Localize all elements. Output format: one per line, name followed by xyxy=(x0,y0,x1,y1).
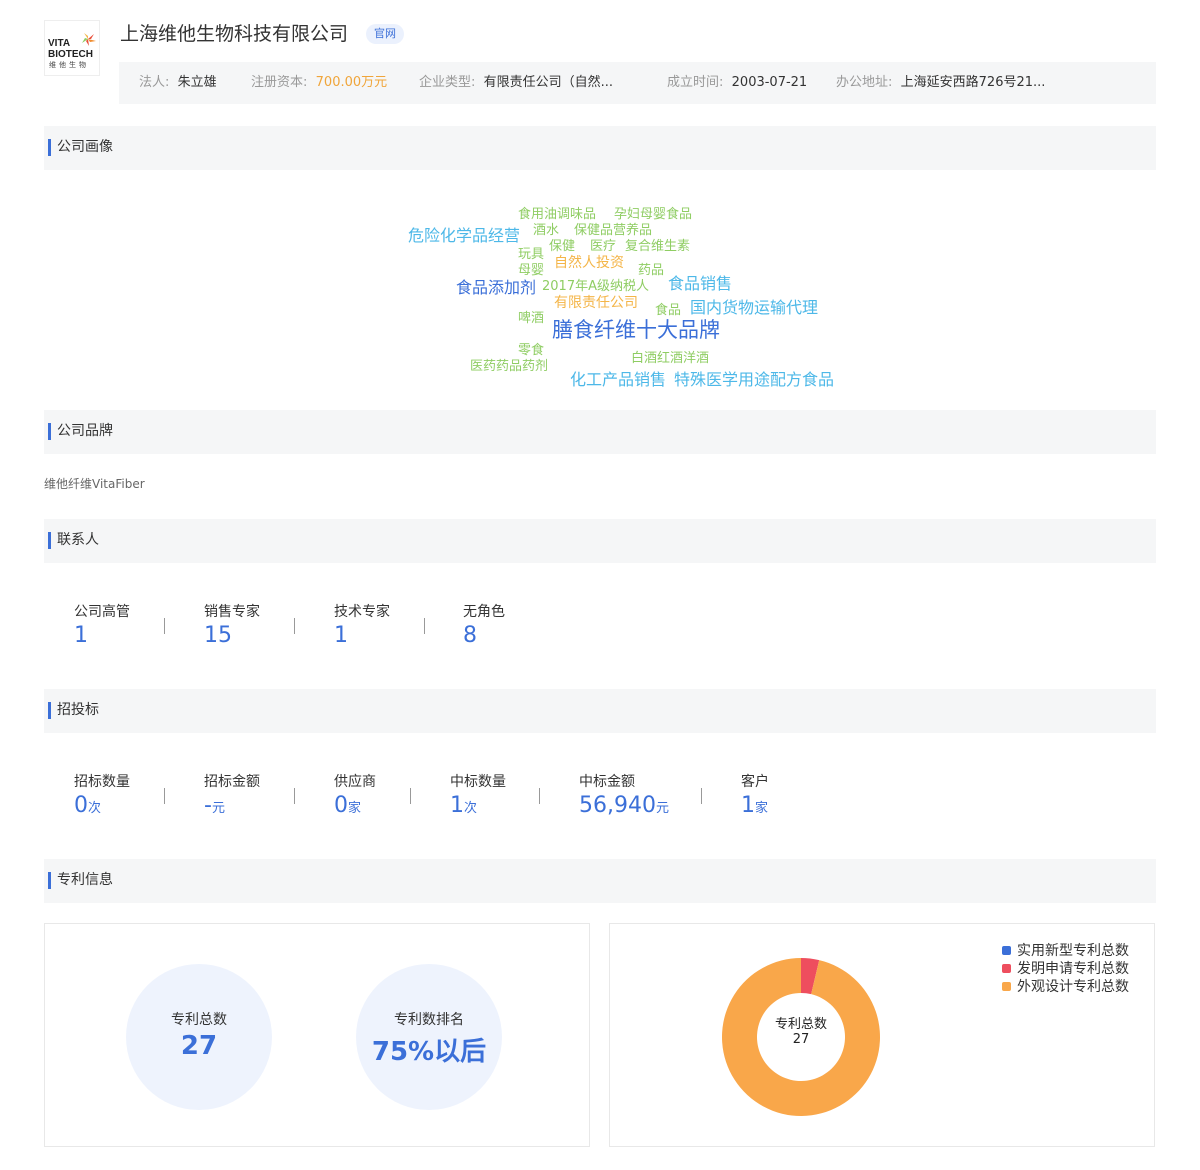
founded-date-value: 2003-07-21 xyxy=(731,75,808,90)
section-brand: 公司品牌 xyxy=(44,410,1156,454)
tag-word[interactable]: 零食 xyxy=(518,344,544,357)
legend-item[interactable]: 发明申请专利总数 xyxy=(1002,960,1129,978)
contact-stat-executives[interactable]: 公司高管 1 xyxy=(74,601,130,648)
legend-label: 外观设计专利总数 xyxy=(1017,979,1129,995)
tag-word[interactable]: 保健 xyxy=(549,240,575,253)
tag-word[interactable]: 保健品营养品 xyxy=(574,224,652,237)
section-title: 专利信息 xyxy=(57,872,113,888)
tag-word[interactable]: 啤酒 xyxy=(518,312,544,325)
tag-word[interactable]: 食品 xyxy=(655,304,681,317)
section-bidding: 招投标 xyxy=(44,689,1156,733)
tag-word[interactable]: 母婴 xyxy=(518,264,544,277)
company-logo: VITA BIOTECH 维他生物 xyxy=(44,20,100,76)
tag-word[interactable]: 有限责任公司 xyxy=(554,296,638,310)
tag-word[interactable]: 玩具 xyxy=(518,248,544,261)
brand-name: 维他纤维VitaFiber xyxy=(44,477,145,491)
patent-legend: 实用新型专利总数 发明申请专利总数 外观设计专利总数 xyxy=(1002,942,1129,996)
bid-stat-win-amount[interactable]: 中标金额 56,940元 xyxy=(579,771,669,818)
legend-label: 发明申请专利总数 xyxy=(1017,961,1129,977)
section-patents: 专利信息 xyxy=(44,859,1156,903)
patent-total-circle: 专利总数 27 xyxy=(126,964,272,1110)
patent-rank-value: 75%以后 xyxy=(371,1037,487,1067)
divider xyxy=(424,618,425,634)
tag-cloud: 食用油调味品 孕妇母婴食品危险化学品经营 酒水 保健品营养品玩具 保健 医疗 复合维生素母婴… xyxy=(300,190,900,400)
legend-item[interactable]: 实用新型专利总数 xyxy=(1002,942,1129,960)
logo-text-3: 维他生物 xyxy=(49,61,89,69)
legend-label: 实用新型专利总数 xyxy=(1017,943,1129,959)
section-contacts: 联系人 xyxy=(44,519,1156,563)
tag-word[interactable]: 食用油调味品 xyxy=(518,208,596,221)
tag-word[interactable]: 食品添加剂 xyxy=(456,280,536,296)
tag-word[interactable]: 酒水 xyxy=(533,224,559,237)
bid-stat-tender-count[interactable]: 招标数量 0次 xyxy=(74,771,130,818)
tag-word[interactable]: 自然人投资 xyxy=(554,256,624,270)
tag-word[interactable]: 危险化学品经营 xyxy=(408,228,520,244)
bid-stat-customers[interactable]: 客户 1家 xyxy=(741,771,769,818)
section-title: 联系人 xyxy=(57,532,99,548)
section-title: 公司品牌 xyxy=(57,423,113,439)
office-address: 办公地址: 上海延安西路726号21... xyxy=(836,75,1046,90)
legend-item[interactable]: 外观设计专利总数 xyxy=(1002,978,1129,996)
tag-word[interactable]: 复合维生素 xyxy=(625,240,690,253)
tag-word[interactable]: 化工产品销售 xyxy=(570,372,666,388)
tag-word[interactable]: 医疗 xyxy=(590,240,616,253)
divider xyxy=(294,788,295,804)
company-type-value: 有限责任公司（自然... xyxy=(483,75,614,90)
patent-summary-panel: 专利总数 27 专利数排名 75%以后 xyxy=(44,923,590,1147)
legend-swatch xyxy=(1002,946,1011,955)
legal-person: 法人: 朱立雄 xyxy=(139,75,217,90)
tag-word[interactable]: 食品销售 xyxy=(668,276,732,292)
official-site-badge[interactable]: 官网 xyxy=(366,24,404,44)
logo-text-2: BIOTECH xyxy=(48,49,93,60)
tag-word[interactable]: 国内货物运输代理 xyxy=(690,300,818,316)
patent-total-value: 27 xyxy=(180,1031,218,1061)
company-type: 企业类型: 有限责任公司（自然... xyxy=(419,75,614,90)
founded-date: 成立时间: 2003-07-21 xyxy=(667,75,808,90)
legal-person-value: 朱立雄 xyxy=(177,75,217,90)
divider xyxy=(539,788,540,804)
bid-stat-suppliers[interactable]: 供应商 0家 xyxy=(334,771,376,818)
legend-swatch xyxy=(1002,964,1011,973)
logo-text-1: VITA xyxy=(48,38,71,49)
legend-swatch xyxy=(1002,982,1011,991)
bid-stat-win-count[interactable]: 中标数量 1次 xyxy=(450,771,506,818)
divider xyxy=(164,618,165,634)
divider xyxy=(410,788,411,804)
patent-rank-circle: 专利数排名 75%以后 xyxy=(356,964,502,1110)
company-info-bar: 法人: 朱立雄 注册资本: 700.00万元 企业类型: 有限责任公司（自然..… xyxy=(119,62,1156,104)
contact-stat-no-role[interactable]: 无角色 8 xyxy=(463,601,505,648)
contact-stat-tech[interactable]: 技术专家 1 xyxy=(334,601,390,648)
logo-flower-icon xyxy=(82,33,96,46)
section-title: 招投标 xyxy=(57,702,99,718)
registered-capital: 注册资本: 700.00万元 xyxy=(251,75,388,90)
divider xyxy=(164,788,165,804)
bid-stat-tender-amount[interactable]: 招标金额 -元 xyxy=(204,771,260,818)
tag-word[interactable]: 膳食纤维十大品牌 xyxy=(552,320,720,341)
section-title: 公司画像 xyxy=(57,139,113,155)
tag-word[interactable]: 药品 xyxy=(638,264,664,277)
office-address-value: 上海延安西路726号21... xyxy=(900,75,1046,90)
tag-word[interactable]: 特殊医学用途配方食品 xyxy=(674,372,834,388)
tag-word[interactable]: 医药药品药剂 xyxy=(470,360,548,373)
tag-word[interactable]: 白酒红酒洋酒 xyxy=(631,352,709,365)
divider xyxy=(701,788,702,804)
section-portrait: 公司画像 xyxy=(44,126,1156,170)
contact-stat-sales[interactable]: 销售专家 15 xyxy=(204,601,260,648)
company-name: 上海维他生物科技有限公司 xyxy=(120,23,349,45)
divider xyxy=(294,618,295,634)
registered-capital-value: 700.00万元 xyxy=(315,75,388,90)
tag-word[interactable]: 2017年A级纳税人 xyxy=(542,280,649,293)
tag-word[interactable]: 孕妇母婴食品 xyxy=(614,208,692,221)
patent-chart-panel: 专利总数 27 实用新型专利总数 发明申请专利总数 外观设计专利总数 xyxy=(609,923,1155,1147)
donut-center-label: 专利总数 27 xyxy=(774,1017,827,1047)
